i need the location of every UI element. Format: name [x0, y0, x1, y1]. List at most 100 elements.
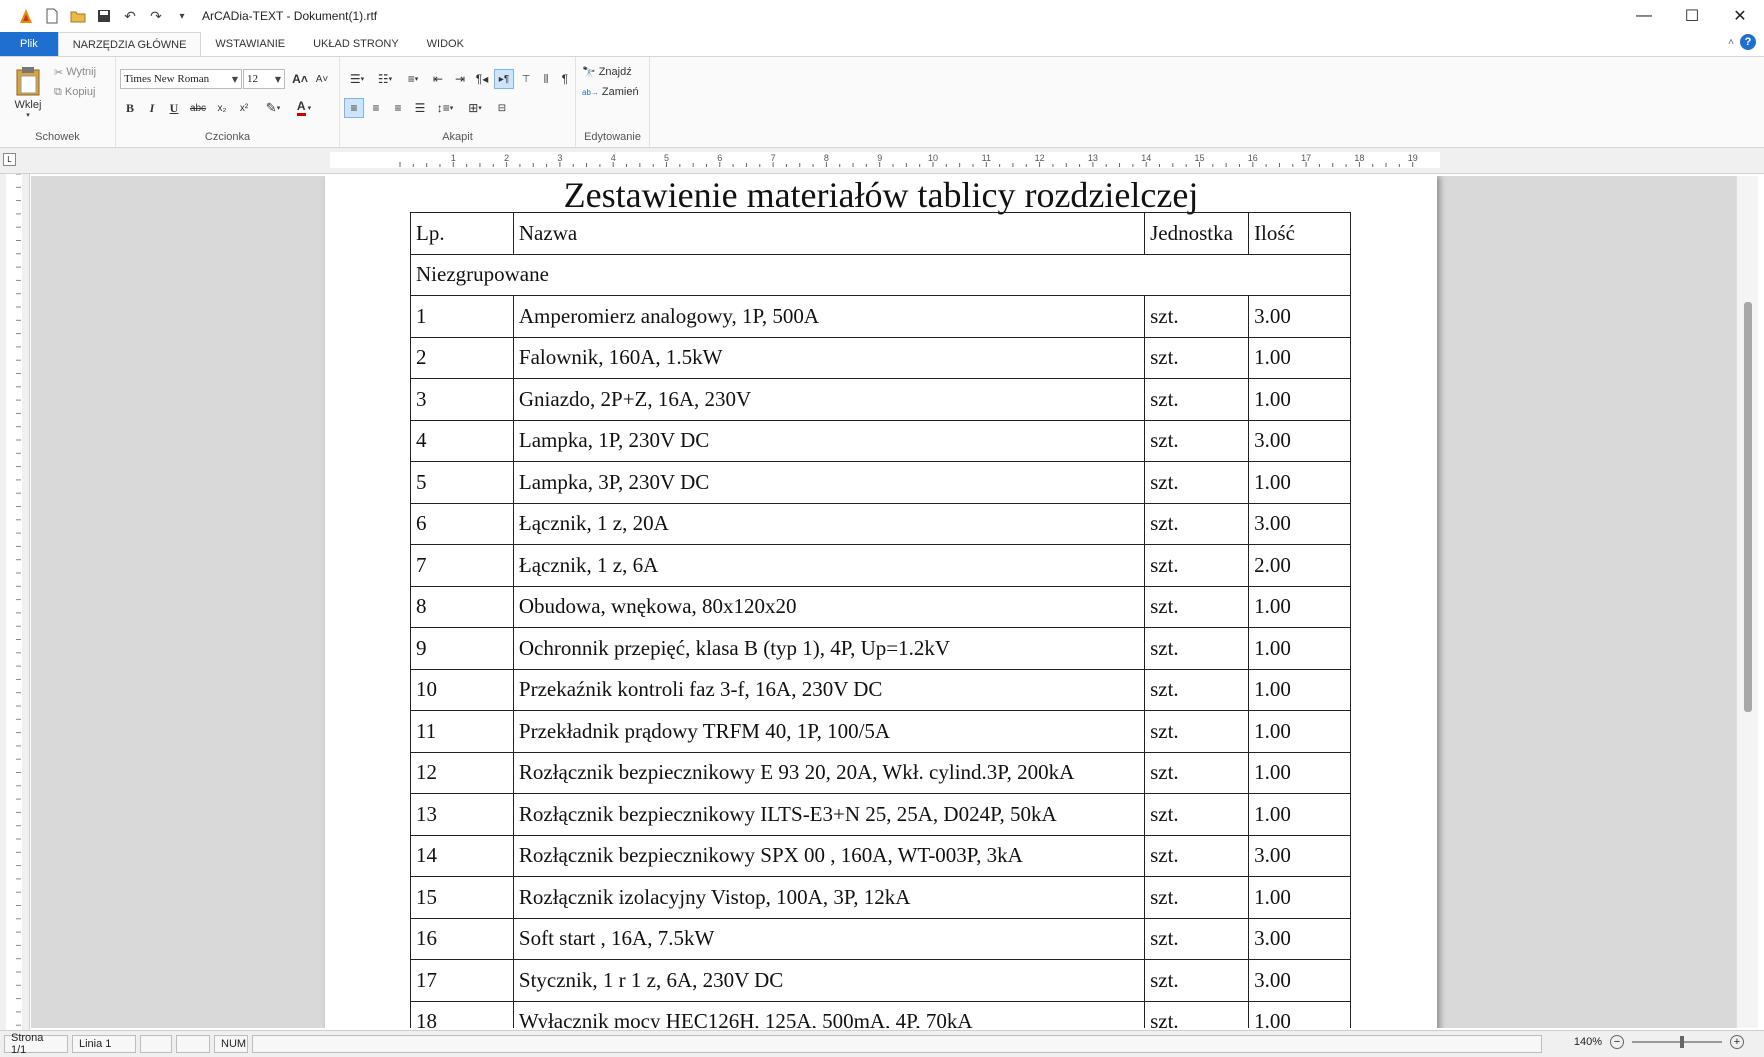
- cell-lp[interactable]: 3: [410, 378, 514, 421]
- header-nazwa[interactable]: Nazwa: [512, 212, 1146, 255]
- cell-jednostka[interactable]: szt.: [1144, 751, 1250, 794]
- close-button[interactable]: ✕: [1716, 0, 1764, 32]
- cell-jednostka[interactable]: szt.: [1144, 1000, 1250, 1028]
- bullets-button[interactable]: ☰ ▾: [344, 69, 370, 89]
- zoom-slider[interactable]: [1632, 1036, 1722, 1048]
- paste-button[interactable]: Wklej ▾: [8, 63, 48, 121]
- borders-button[interactable]: ⊞ ▾: [462, 98, 488, 118]
- cell-nazwa[interactable]: Przekładnik prądowy TRFM 40, 1P, 100/5A: [512, 710, 1146, 753]
- cell-jednostka[interactable]: szt.: [1144, 336, 1250, 379]
- highlight-button[interactable]: ✎ ▾: [260, 98, 286, 118]
- cell-jednostka[interactable]: szt.: [1144, 502, 1250, 545]
- cell-ilosc[interactable]: 3.00: [1248, 834, 1351, 877]
- cell-nazwa[interactable]: Przekaźnik kontroli faz 3-f, 16A, 230V D…: [512, 668, 1146, 711]
- align-right-button[interactable]: ≡: [388, 98, 408, 118]
- italic-button[interactable]: I: [142, 98, 162, 118]
- paragraph-settings-button[interactable]: ⊟: [492, 98, 512, 118]
- cell-ilosc[interactable]: 1.00: [1248, 793, 1351, 836]
- cell-nazwa[interactable]: Falownik, 160A, 1.5kW: [512, 336, 1146, 379]
- cell-lp[interactable]: 16: [410, 917, 514, 960]
- cell-jednostka[interactable]: szt.: [1144, 627, 1250, 670]
- show-marks-button[interactable]: ¶: [556, 69, 574, 89]
- cell-lp[interactable]: 11: [410, 710, 514, 753]
- cell-jednostka[interactable]: szt.: [1144, 710, 1250, 753]
- redo-icon[interactable]: ↷: [146, 6, 166, 26]
- new-document-icon[interactable]: [42, 6, 62, 26]
- open-folder-icon[interactable]: [68, 6, 88, 26]
- cell-ilosc[interactable]: 1.00: [1248, 461, 1351, 504]
- tab-page-layout[interactable]: UKŁAD STRONY: [299, 32, 413, 56]
- tab-view[interactable]: WIDOK: [413, 32, 478, 56]
- cell-nazwa[interactable]: Łącznik, 1 z, 20A: [512, 502, 1146, 545]
- cell-nazwa[interactable]: Gniazdo, 2P+Z, 16A, 230V: [512, 378, 1146, 421]
- cell-lp[interactable]: 1: [410, 295, 514, 338]
- cell-nazwa[interactable]: Stycznik, 1 r 1 z, 6A, 230V DC: [512, 959, 1146, 1002]
- cell-ilosc[interactable]: 3.00: [1248, 959, 1351, 1002]
- cell-jednostka[interactable]: szt.: [1144, 917, 1250, 960]
- cell-jednostka[interactable]: szt.: [1144, 793, 1250, 836]
- cell-jednostka[interactable]: szt.: [1144, 295, 1250, 338]
- maximize-button[interactable]: ☐: [1668, 0, 1716, 32]
- align-left-button[interactable]: ≡: [344, 98, 364, 118]
- superscript-button[interactable]: x²: [234, 98, 254, 118]
- group-label-cell[interactable]: Niezgrupowane: [410, 253, 1351, 296]
- cell-ilosc[interactable]: 3.00: [1248, 917, 1351, 960]
- cell-ilosc[interactable]: 1.00: [1248, 378, 1351, 421]
- cell-nazwa[interactable]: Wyłącznik mocy HEC126H, 125A, 500mA, 4P,…: [512, 1000, 1146, 1028]
- cell-jednostka[interactable]: szt.: [1144, 419, 1250, 462]
- line-spacing-button[interactable]: ↕≡ ▾: [432, 98, 458, 118]
- zoom-slider-knob[interactable]: [1680, 1036, 1684, 1048]
- cell-ilosc[interactable]: 3.00: [1248, 502, 1351, 545]
- cut-button[interactable]: ✂ Wytnij: [54, 63, 96, 81]
- cell-nazwa[interactable]: Rozłącznik bezpiecznikowy E 93 20, 20A, …: [512, 751, 1146, 794]
- cell-lp[interactable]: 17: [410, 959, 514, 1002]
- vertical-scrollbar[interactable]: [1736, 176, 1758, 1028]
- tab-file[interactable]: Plik: [0, 32, 58, 56]
- cell-ilosc[interactable]: 2.00: [1248, 544, 1351, 587]
- strikethrough-button[interactable]: abc: [186, 98, 210, 118]
- decrease-indent-button[interactable]: ⇤: [428, 69, 448, 89]
- header-lp[interactable]: Lp.: [410, 212, 514, 255]
- cell-lp[interactable]: 18: [410, 1000, 514, 1028]
- undo-icon[interactable]: ↶: [120, 6, 140, 26]
- cell-ilosc[interactable]: 3.00: [1248, 419, 1351, 462]
- document-title[interactable]: Zestawienie materiałów tablicy rozdzielc…: [325, 176, 1437, 214]
- grow-font-button[interactable]: A˄: [290, 69, 310, 89]
- font-size-select[interactable]: 12 ▼: [243, 69, 285, 89]
- cell-jednostka[interactable]: szt.: [1144, 378, 1250, 421]
- cell-lp[interactable]: 15: [410, 876, 514, 919]
- cell-nazwa[interactable]: Obudowa, wnękowa, 80x120x20: [512, 585, 1146, 628]
- cell-ilosc[interactable]: 3.00: [1248, 295, 1351, 338]
- cell-lp[interactable]: 7: [410, 544, 514, 587]
- tab-stop-selector[interactable]: L: [3, 153, 16, 166]
- cell-nazwa[interactable]: Lampka, 3P, 230V DC: [512, 461, 1146, 504]
- shrink-font-button[interactable]: A˅: [312, 69, 332, 89]
- cell-nazwa[interactable]: Ochronnik przepięć, klasa B (typ 1), 4P,…: [512, 627, 1146, 670]
- cell-nazwa[interactable]: Łącznik, 1 z, 6A: [512, 544, 1146, 587]
- cell-lp[interactable]: 2: [410, 336, 514, 379]
- cell-lp[interactable]: 4: [410, 419, 514, 462]
- tab-insert[interactable]: WSTAWIANIE: [201, 32, 299, 56]
- cell-jednostka[interactable]: szt.: [1144, 461, 1250, 504]
- cell-lp[interactable]: 12: [410, 751, 514, 794]
- increase-indent-button[interactable]: ⇥: [450, 69, 470, 89]
- subscript-button[interactable]: x₂: [212, 98, 232, 118]
- cell-nazwa[interactable]: Amperomierz analogowy, 1P, 500A: [512, 295, 1146, 338]
- font-color-button[interactable]: A ▾: [290, 98, 318, 118]
- document-canvas[interactable]: Zestawienie materiałów tablicy rozdzielc…: [31, 176, 1736, 1028]
- cell-jednostka[interactable]: szt.: [1144, 668, 1250, 711]
- cell-nazwa[interactable]: Rozłącznik izolacyjny Vistop, 100A, 3P, …: [512, 876, 1146, 919]
- cell-nazwa[interactable]: Soft start , 16A, 7.5kW: [512, 917, 1146, 960]
- vertical-text-button[interactable]: ⫼: [538, 69, 554, 89]
- cell-lp[interactable]: 5: [410, 461, 514, 504]
- tab-home[interactable]: NARZĘDZIA GŁÓWNE: [57, 32, 202, 56]
- help-icon[interactable]: ?: [1740, 34, 1756, 50]
- cell-nazwa[interactable]: Rozłącznik bezpiecznikowy ILTS-E3+N 25, …: [512, 793, 1146, 836]
- underline-button[interactable]: U: [164, 98, 184, 118]
- cell-ilosc[interactable]: 1.00: [1248, 710, 1351, 753]
- numbering-button[interactable]: ☷ ▾: [372, 69, 398, 89]
- cell-ilosc[interactable]: 1.00: [1248, 668, 1351, 711]
- zoom-out-icon[interactable]: −: [1610, 1035, 1624, 1049]
- replace-button[interactable]: ab→ Zamień: [582, 83, 639, 101]
- cell-ilosc[interactable]: 1.00: [1248, 876, 1351, 919]
